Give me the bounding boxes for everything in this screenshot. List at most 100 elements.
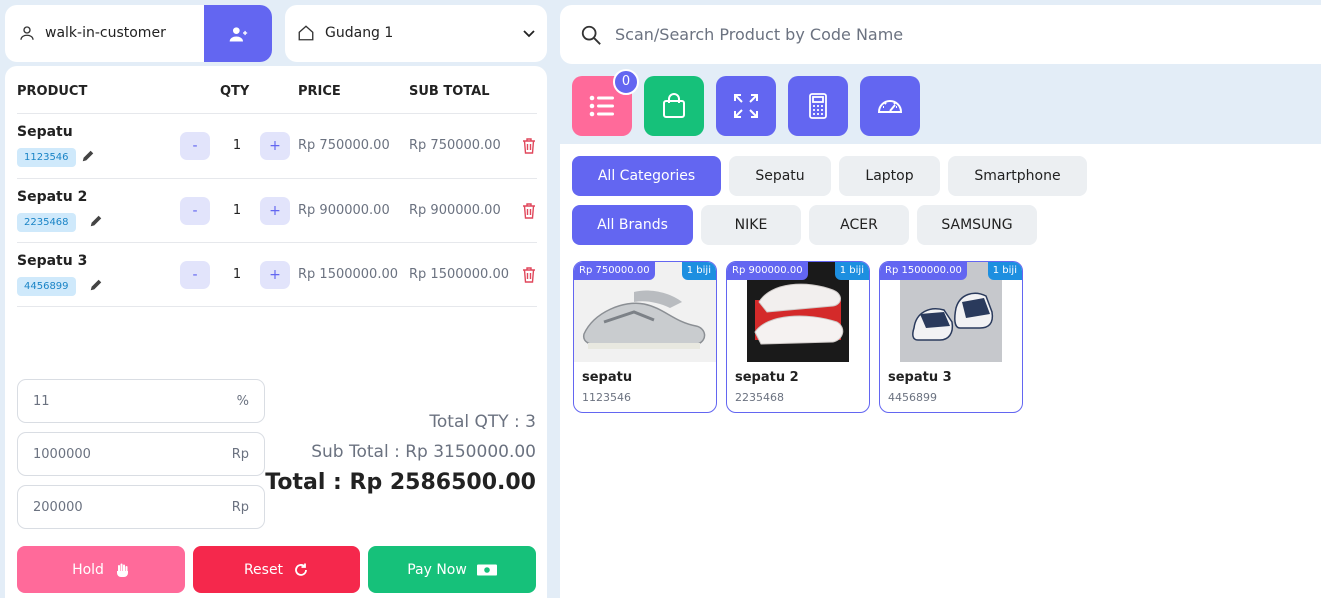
product-name: sepatu 2 bbox=[735, 370, 799, 385]
cart-item-subtotal: Rp 1500000.00 bbox=[409, 267, 509, 282]
qty-decrement-button[interactable]: - bbox=[180, 261, 210, 289]
trash-icon[interactable] bbox=[522, 203, 536, 219]
list-icon bbox=[589, 95, 614, 117]
col-product: PRODUCT bbox=[17, 84, 88, 99]
shopping-bag-icon bbox=[663, 93, 685, 118]
category-smartphone[interactable]: Smartphone bbox=[948, 156, 1087, 196]
pencil-icon[interactable] bbox=[81, 149, 95, 163]
speedometer-icon bbox=[877, 100, 903, 113]
shipping-field[interactable]: 200000 Rp bbox=[17, 485, 265, 529]
refresh-icon bbox=[295, 563, 307, 576]
category-laptop[interactable]: Laptop bbox=[839, 156, 940, 196]
qty-decrement-button[interactable]: - bbox=[180, 197, 210, 225]
brand-nike[interactable]: NIKE bbox=[701, 205, 801, 245]
search-placeholder: Scan/Search Product by Code Name bbox=[615, 25, 904, 44]
expand-icon bbox=[734, 94, 758, 118]
sub-total: Sub Total : Rp 3150000.00 bbox=[311, 442, 536, 462]
cart-item-subtotal: Rp 900000.00 bbox=[409, 203, 501, 218]
cart-item-code: 1123546 bbox=[17, 148, 76, 167]
product-card[interactable]: Rp 900000.00 1 biji sepatu 2 2235468 bbox=[726, 261, 870, 413]
product-stock-tag: 1 biji bbox=[987, 262, 1022, 280]
cart-row: Sepatu 2 2235468 - 1 + Rp 900000.00 Rp 9… bbox=[17, 179, 537, 243]
product-name: sepatu bbox=[582, 370, 633, 385]
brand-samsung[interactable]: SAMSUNG bbox=[917, 205, 1037, 245]
hold-button[interactable]: Hold bbox=[17, 546, 185, 593]
trash-icon[interactable] bbox=[522, 267, 536, 283]
product-card[interactable]: Rp 750000.00 1 biji sepatu 1123546 bbox=[573, 261, 717, 413]
product-code: 4456899 bbox=[888, 391, 937, 404]
pencil-icon[interactable] bbox=[89, 214, 103, 228]
discount-field[interactable]: 1000000 Rp bbox=[17, 432, 265, 476]
shipping-unit: Rp bbox=[231, 500, 249, 515]
category-sepatu[interactable]: Sepatu bbox=[729, 156, 831, 196]
cart-header: PRODUCT QTY PRICE SUB TOTAL bbox=[17, 84, 537, 114]
tax-value: 11 bbox=[33, 394, 50, 409]
qty-value[interactable]: 1 bbox=[229, 203, 245, 218]
warehouse-name: Gudang 1 bbox=[325, 25, 394, 41]
pay-now-button[interactable]: Pay Now bbox=[368, 546, 536, 593]
chevron-down-icon bbox=[523, 30, 535, 38]
product-price-tag: Rp 900000.00 bbox=[727, 262, 808, 280]
warehouse-select[interactable]: Gudang 1 bbox=[285, 5, 547, 62]
col-qty: QTY bbox=[220, 84, 250, 99]
col-subtotal: SUB TOTAL bbox=[409, 84, 490, 99]
cart-row: Sepatu 1123546 - 1 + Rp 750000.00 Rp 750… bbox=[17, 114, 537, 178]
search-icon bbox=[581, 25, 601, 45]
brand-acer[interactable]: ACER bbox=[809, 205, 909, 245]
hold-label: Hold bbox=[72, 561, 104, 578]
qty-decrement-button[interactable]: - bbox=[180, 132, 210, 160]
cart-item-subtotal: Rp 750000.00 bbox=[409, 138, 501, 153]
cash-icon bbox=[476, 563, 497, 576]
product-card[interactable]: Rp 1500000.00 1 biji sepatu 3 4456899 bbox=[879, 261, 1023, 413]
qty-increment-button[interactable]: + bbox=[260, 132, 290, 160]
total-qty: Total QTY : 3 bbox=[429, 412, 536, 432]
qty-increment-button[interactable]: + bbox=[260, 197, 290, 225]
customer-name: walk-in-customer bbox=[45, 25, 166, 41]
cart-row: Sepatu 3 4456899 - 1 + Rp 1500000.00 Rp … bbox=[17, 243, 537, 307]
user-plus-icon bbox=[229, 26, 248, 41]
reset-label: Reset bbox=[243, 561, 284, 578]
divider bbox=[17, 306, 537, 307]
grand-total: Total : Rp 2586500.00 bbox=[265, 470, 536, 495]
home-icon bbox=[298, 25, 314, 41]
cart-item-price: Rp 750000.00 bbox=[298, 138, 390, 153]
pencil-icon[interactable] bbox=[89, 278, 103, 292]
cart-item-code: 4456899 bbox=[17, 277, 76, 296]
calculator-icon bbox=[809, 93, 827, 119]
col-price: PRICE bbox=[298, 84, 341, 99]
product-price-tag: Rp 750000.00 bbox=[574, 262, 655, 280]
product-search[interactable]: Scan/Search Product by Code Name bbox=[560, 5, 1321, 64]
tax-field[interactable]: 11 % bbox=[17, 379, 265, 423]
add-customer-button[interactable] bbox=[204, 5, 272, 62]
qty-value[interactable]: 1 bbox=[229, 138, 245, 153]
cart-item-name: Sepatu 3 bbox=[17, 253, 88, 269]
cart-item-price: Rp 900000.00 bbox=[298, 203, 390, 218]
product-price-tag: Rp 1500000.00 bbox=[880, 262, 967, 280]
qty-increment-button[interactable]: + bbox=[260, 261, 290, 289]
category-all[interactable]: All Categories bbox=[572, 156, 721, 196]
cart-item-code: 2235468 bbox=[17, 213, 76, 232]
cart-item-name: Sepatu bbox=[17, 124, 73, 140]
trash-icon[interactable] bbox=[522, 138, 536, 154]
calculator-button[interactable] bbox=[788, 76, 848, 136]
shopping-bag-button[interactable] bbox=[644, 76, 704, 136]
shipping-value: 200000 bbox=[33, 500, 83, 515]
product-stock-tag: 1 biji bbox=[681, 262, 716, 280]
product-name: sepatu 3 bbox=[888, 370, 952, 385]
cart-item-price: Rp 1500000.00 bbox=[298, 267, 398, 282]
brand-all[interactable]: All Brands bbox=[572, 205, 693, 245]
reset-button[interactable]: Reset bbox=[193, 546, 360, 593]
pay-now-label: Pay Now bbox=[407, 561, 467, 578]
discount-unit: Rp bbox=[231, 447, 249, 462]
dashboard-button[interactable] bbox=[860, 76, 920, 136]
product-stock-tag: 1 biji bbox=[834, 262, 869, 280]
user-icon bbox=[20, 26, 34, 40]
cart-item-name: Sepatu 2 bbox=[17, 189, 88, 205]
discount-value: 1000000 bbox=[33, 447, 91, 462]
hand-icon bbox=[116, 563, 128, 577]
list-count-badge: 0 bbox=[613, 69, 639, 95]
qty-value[interactable]: 1 bbox=[229, 267, 245, 282]
product-code: 2235468 bbox=[735, 391, 784, 404]
fullscreen-button[interactable] bbox=[716, 76, 776, 136]
product-code: 1123546 bbox=[582, 391, 631, 404]
